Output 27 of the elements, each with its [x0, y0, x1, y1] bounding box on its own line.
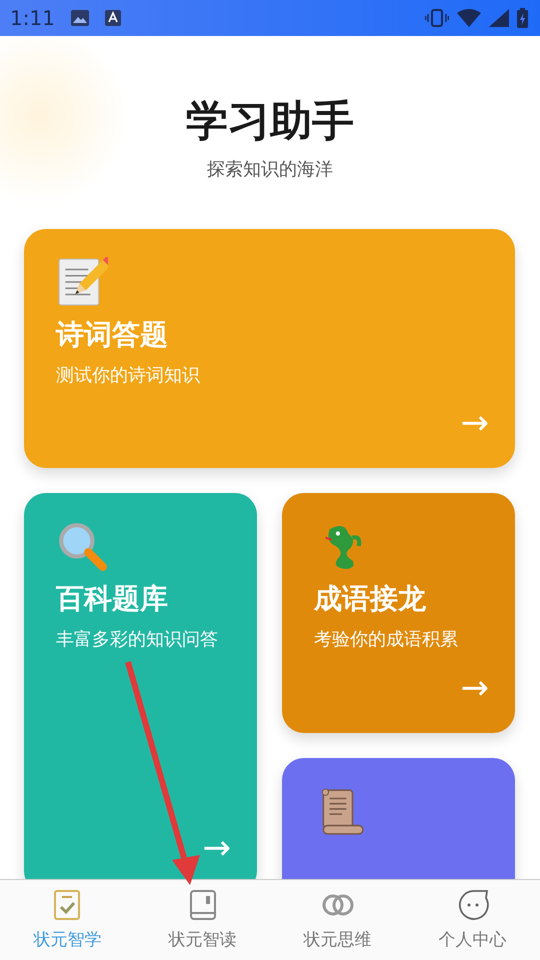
feature-card[interactable]: 百科题库 丰富多彩的知识问答 → [24, 493, 257, 879]
vibrate-icon [425, 9, 449, 27]
card-title: 百科题库 [56, 581, 169, 618]
battery-icon [517, 8, 528, 28]
card-title: 诗词答题 [56, 317, 169, 354]
status-time: 1:11 [10, 5, 55, 32]
nav-tab[interactable]: 状元智学 [0, 880, 135, 960]
notepad-pencil-icon [56, 257, 108, 308]
nav-tab[interactable]: 状元思维 [270, 880, 405, 960]
magnifier-icon [56, 521, 108, 572]
card-description: 丰富多彩的知识问答 [56, 628, 219, 652]
nav-tab[interactable]: 个人中心 [405, 880, 540, 960]
card-title: 成语接龙 [314, 581, 427, 618]
page-title: 学习助手 [185, 96, 355, 146]
wifi-icon [457, 9, 481, 27]
nav-tab[interactable]: 状元智读 [135, 880, 270, 960]
card-description: 测试你的诗词知识 [56, 364, 201, 388]
feature-card[interactable]: 成语接龙 考验你的成语积累 → [282, 493, 515, 734]
arrow-glyph: → [460, 671, 489, 706]
image-icon [70, 10, 89, 26]
arrow-glyph: → [460, 406, 489, 440]
feature-card[interactable]: 诗词答题 测试你的诗词知识 → [24, 229, 515, 468]
arrow-glyph: → [202, 831, 231, 866]
signal-icon [489, 9, 509, 27]
page-subtitle: 探索知识的海洋 [206, 158, 334, 182]
font-icon [104, 10, 121, 26]
card-description: 考验你的成语积累 [314, 628, 459, 652]
